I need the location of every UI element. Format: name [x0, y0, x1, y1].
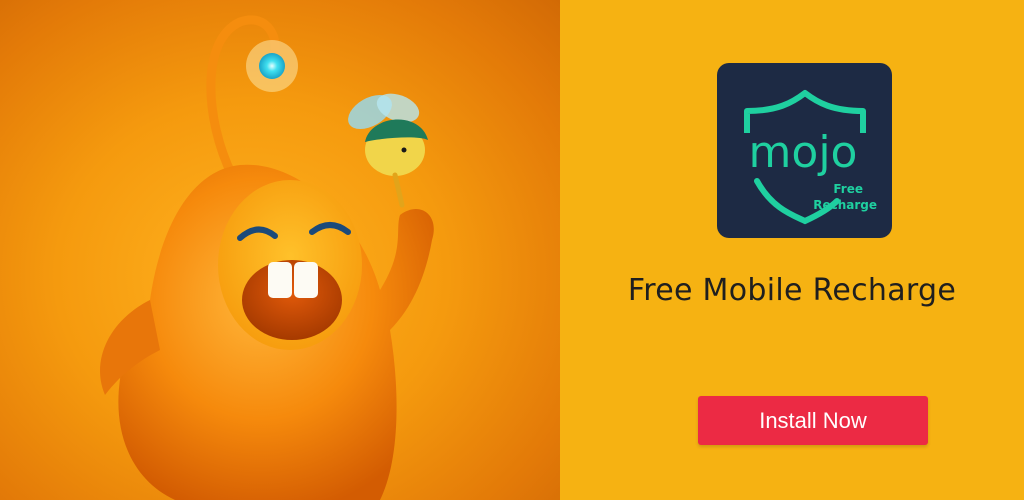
bird-leg — [392, 172, 405, 208]
app-logo-word: mojo — [749, 127, 858, 178]
install-now-button[interactable]: Install Now — [698, 396, 928, 445]
headline: Free Mobile Recharge — [627, 273, 957, 308]
app-logo-tag-line2: Recharge — [813, 198, 877, 212]
antenna-orb — [259, 53, 285, 79]
mojo-shield-logo-icon: mojo Free Recharge — [717, 63, 892, 238]
mascot-tooth-left — [268, 262, 292, 298]
mascot-illustration-panel — [0, 0, 560, 500]
mascot-tooth-right — [294, 262, 318, 298]
bird-eye — [401, 147, 407, 153]
app-logo-tag-line1: Free — [833, 182, 863, 196]
green-bird — [348, 93, 428, 208]
mascot-illustration — [100, 15, 434, 500]
promo-panel: mojo Free Recharge Free Mobile Recharge … — [560, 0, 1024, 500]
promo-banner: mojo Free Recharge Free Mobile Recharge … — [0, 0, 1024, 500]
